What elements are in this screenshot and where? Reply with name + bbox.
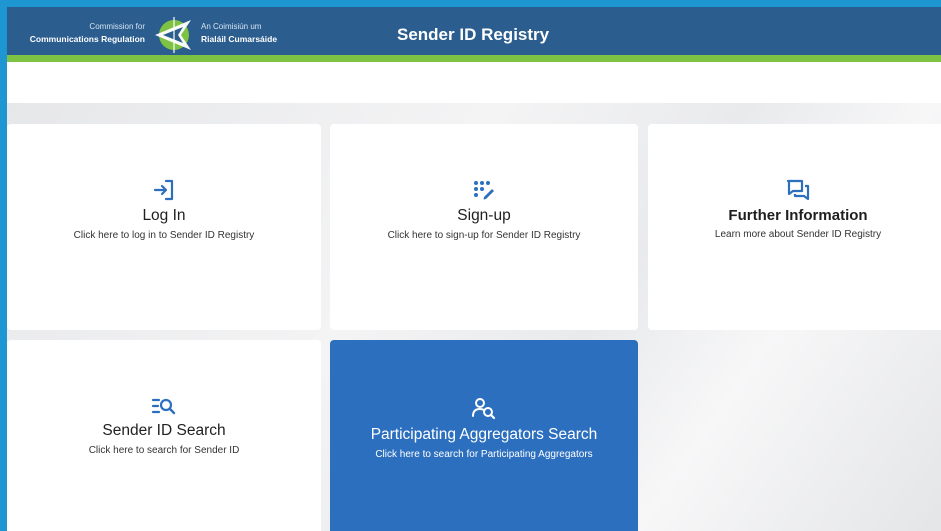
logo-irish-small: An Coimisiún um (201, 22, 262, 31)
search-list-icon (151, 398, 176, 415)
signup-description: Click here to sign-up for Sender ID Regi… (387, 230, 581, 241)
comreg-logo[interactable]: Commission for Communications Regulation… (9, 17, 299, 53)
signup-title: Sign-up (457, 207, 511, 224)
site-header: Commission for Communications Regulation… (7, 7, 941, 62)
login-icon (153, 179, 174, 201)
logo-english-name: Communications Regulation (29, 34, 145, 44)
further-info-description: Learn more about Sender ID Registry (714, 229, 882, 240)
logo-irish-name: Rialáil Cumarsáide (201, 34, 278, 44)
logo-english-small: Commission for (89, 22, 145, 31)
sender-id-search-tile[interactable]: Sender ID Search Click here to search fo… (7, 340, 321, 531)
comreg-logo-mark-icon (155, 17, 191, 53)
app-frame: Commission for Communications Regulation… (0, 0, 941, 531)
chat-icon (786, 179, 810, 201)
login-title: Log In (142, 207, 186, 224)
signup-tile[interactable]: Sign-up Click here to sign-up for Sender… (330, 124, 638, 330)
arrow-right-icon: → (614, 522, 628, 531)
app-title: Sender ID Registry (397, 25, 550, 44)
user-search-icon (472, 398, 496, 420)
login-description: Click here to log in to Sender ID Regist… (73, 230, 255, 241)
aggregators-search-title: Participating Aggregators Search (370, 426, 598, 443)
tile-grid: Log In Click here to log in to Sender ID… (7, 103, 941, 531)
further-info-tile[interactable]: Further Information Learn more about Sen… (648, 124, 941, 330)
signup-icon (474, 181, 494, 200)
sender-id-search-title: Sender ID Search (102, 422, 226, 439)
further-info-title: Further Information (728, 207, 868, 224)
login-tile[interactable]: Log In Click here to log in to Sender ID… (7, 124, 321, 330)
aggregators-search-tile[interactable]: Participating Aggregators Search Click h… (330, 340, 638, 531)
top-band (7, 69, 941, 103)
sender-id-search-description: Click here to search for Sender ID (88, 445, 240, 456)
aggregators-search-description: Click here to search for Participating A… (375, 449, 593, 460)
